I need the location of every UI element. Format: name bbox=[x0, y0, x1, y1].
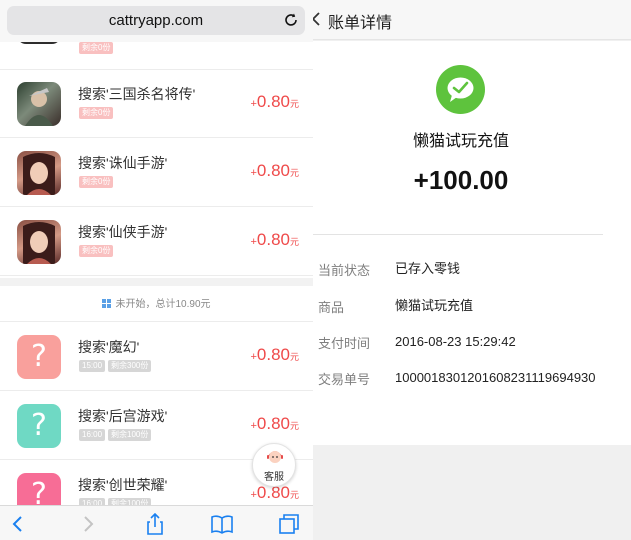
placeholder-thumbnail: ? bbox=[17, 335, 61, 379]
task-title: 搜索'后宫游戏' bbox=[78, 408, 168, 424]
customer-service-label: 客服 bbox=[264, 472, 284, 483]
task-row[interactable]: 搜索'诛仙手游' 剩余0份 +0.80元 bbox=[0, 139, 313, 207]
question-mark-icon: ? bbox=[31, 408, 47, 443]
question-mark-icon: ? bbox=[31, 339, 47, 374]
reward-amount: +0.80元 bbox=[250, 92, 299, 112]
product-value: 懒猫试玩充值 bbox=[395, 298, 474, 313]
reward-value: 0.80 bbox=[256, 230, 290, 249]
summary-text: 未开始，总计10.90元 bbox=[115, 299, 211, 310]
reload-icon[interactable] bbox=[283, 12, 299, 28]
remaining-badge: 剩余0份 bbox=[79, 176, 114, 188]
status-label: 当前状态 bbox=[318, 263, 371, 278]
task-title: 搜索'仙侠手游' bbox=[78, 224, 168, 240]
task-row[interactable]: 搜索'三国杀名将传' 剩余0份 +0.80元 bbox=[0, 70, 313, 138]
remaining-badge: 剩余0份 bbox=[79, 107, 114, 119]
bill-detail-pane: 账单详情 懒猫试玩充值 +100.00 当前状态 已存入零钱 商品 懒猫试玩充值… bbox=[313, 0, 631, 540]
task-row[interactable]: ? 搜索'魔幻' 15:00 剩余300份 +0.80元 bbox=[0, 323, 313, 391]
section-summary: 未开始，总计10.90元 bbox=[0, 287, 313, 322]
tabs-icon[interactable] bbox=[277, 513, 301, 535]
currency-unit: 元 bbox=[289, 168, 299, 178]
currency-unit: 元 bbox=[289, 237, 299, 247]
remaining-badge: 剩余0份 bbox=[79, 245, 114, 257]
status-value: 已存入零钱 bbox=[395, 261, 461, 276]
remaining-badge: 剩余100份 bbox=[108, 429, 152, 441]
url-text: cattryapp.com bbox=[108, 12, 204, 29]
back-icon[interactable] bbox=[6, 513, 30, 535]
currency-unit: 元 bbox=[289, 421, 299, 431]
bill-card: 懒猫试玩充值 +100.00 当前状态 已存入零钱 商品 懒猫试玩充值 支付时间… bbox=[313, 41, 631, 445]
wechat-icon bbox=[447, 77, 474, 102]
game-thumbnail bbox=[17, 220, 61, 264]
game-thumbnail bbox=[17, 151, 61, 195]
task-title: 搜索'魔幻' bbox=[78, 339, 140, 355]
share-icon[interactable] bbox=[143, 513, 167, 535]
reward-amount: +0.80元 bbox=[250, 414, 299, 434]
start-time-badge: 15:00 bbox=[79, 360, 106, 372]
transaction-id-value[interactable]: 1000018301201608231119694930 bbox=[395, 367, 610, 388]
transaction-amount: +100.00 bbox=[413, 165, 509, 195]
task-title: 搜索'诛仙手游' bbox=[78, 155, 168, 171]
placeholder-thumbnail: ? bbox=[17, 404, 61, 448]
currency-unit: 元 bbox=[289, 99, 299, 109]
transaction-id-label: 交易单号 bbox=[318, 372, 371, 387]
remaining-badge: 剩余0份 bbox=[79, 42, 114, 54]
start-time-badge: 16:00 bbox=[79, 429, 106, 441]
divider bbox=[313, 234, 603, 235]
game-thumbnail bbox=[17, 82, 61, 126]
customer-service-button[interactable]: 客服 bbox=[252, 443, 296, 487]
address-bar-area: cattryapp.com bbox=[0, 0, 313, 42]
reward-value: 0.80 bbox=[256, 161, 290, 180]
section-divider bbox=[0, 278, 313, 286]
task-row[interactable]: 搜索'仙侠手游' 剩余0份 +0.80元 bbox=[0, 208, 313, 276]
reward-value: 0.80 bbox=[256, 345, 290, 364]
payment-time-value: 2016-08-23 15:29:42 bbox=[395, 334, 516, 349]
support-avatar-icon bbox=[267, 451, 283, 463]
reward-amount: +0.80元 bbox=[250, 345, 299, 365]
bookmarks-icon[interactable] bbox=[210, 513, 234, 535]
currency-unit: 元 bbox=[289, 352, 299, 362]
task-title: 搜索'创世荣耀' bbox=[78, 477, 168, 493]
reward-amount: +0.80元 bbox=[250, 230, 299, 250]
reward-amount: +0.80元 bbox=[250, 161, 299, 181]
payment-time-label: 支付时间 bbox=[318, 336, 371, 351]
forward-icon[interactable] bbox=[76, 513, 100, 535]
reward-value: 0.80 bbox=[256, 414, 290, 433]
safari-pane: 剩余0份 cattryapp.com 搜索'三国杀名将传' 剩余0份 +0.80… bbox=[0, 0, 313, 540]
address-bar[interactable]: cattryapp.com bbox=[7, 6, 305, 35]
nav-bar: 账单详情 bbox=[313, 0, 631, 40]
page-title: 账单详情 bbox=[328, 15, 393, 32]
grid-icon bbox=[102, 299, 112, 308]
merchant-name: 懒猫试玩充值 bbox=[412, 133, 509, 150]
wechat-pay-logo bbox=[436, 65, 485, 114]
reward-value: 0.80 bbox=[256, 92, 290, 111]
back-arrow-icon[interactable] bbox=[313, 11, 321, 27]
currency-unit: 元 bbox=[289, 490, 299, 500]
task-title: 搜索'三国杀名将传' bbox=[78, 86, 196, 102]
remaining-badge: 剩余300份 bbox=[108, 360, 152, 372]
browser-toolbar bbox=[0, 505, 313, 540]
product-label: 商品 bbox=[318, 300, 345, 315]
